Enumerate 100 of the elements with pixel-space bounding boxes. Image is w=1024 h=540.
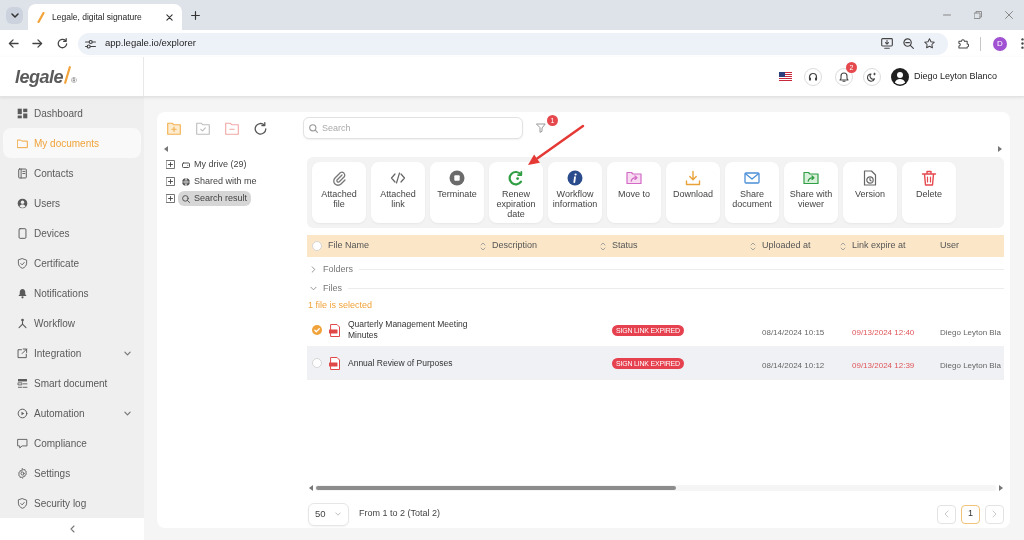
file-name[interactable]: Quarterly Management Meeting Minutes bbox=[348, 319, 478, 341]
toolbar-button[interactable]: Move to bbox=[607, 162, 661, 223]
folder-check-icon[interactable] bbox=[196, 121, 210, 135]
forward-icon[interactable] bbox=[32, 38, 43, 49]
checkbox-icon[interactable] bbox=[312, 241, 322, 251]
refresh-icon[interactable] bbox=[254, 121, 267, 135]
checkbox-icon[interactable] bbox=[312, 358, 322, 368]
search-icon bbox=[309, 123, 318, 133]
branch-icon bbox=[17, 317, 28, 329]
tree-item[interactable]: My drive (29) bbox=[178, 157, 251, 172]
puzzle-icon[interactable] bbox=[958, 38, 969, 49]
notifications-button[interactable] bbox=[834, 67, 853, 86]
avatar-icon[interactable] bbox=[890, 67, 909, 86]
close-icon[interactable] bbox=[166, 13, 173, 21]
page-size-select[interactable]: 50 bbox=[308, 502, 349, 526]
folder-arrow-icon bbox=[803, 170, 819, 186]
page-button[interactable]: 1 bbox=[961, 504, 980, 524]
code-icon bbox=[390, 170, 406, 186]
toolbar-button[interactable]: Attached link bbox=[371, 162, 425, 223]
tree-item[interactable]: Search result bbox=[178, 191, 252, 206]
document-icon bbox=[329, 356, 340, 370]
plus-square-icon[interactable] bbox=[166, 160, 175, 169]
toolbar-button[interactable]: Terminate bbox=[430, 162, 484, 223]
chevron-down-icon[interactable] bbox=[124, 410, 131, 416]
sidebar-item[interactable]: Contacts bbox=[3, 158, 141, 188]
filter-icon[interactable] bbox=[536, 123, 546, 133]
user-text: Diego Leyton Bla bbox=[940, 361, 1001, 370]
user-name[interactable]: Diego Leyton Blanco bbox=[913, 69, 997, 84]
checked-checkbox-icon[interactable] bbox=[312, 325, 322, 335]
play-circle-icon bbox=[17, 407, 28, 419]
toolbar-button[interactable]: Workflow information bbox=[548, 162, 602, 223]
tab-list-button[interactable] bbox=[6, 6, 23, 24]
profile-avatar[interactable]: D bbox=[993, 36, 1007, 51]
info-icon bbox=[567, 170, 583, 186]
plus-icon[interactable] bbox=[191, 10, 200, 20]
tablet-icon bbox=[17, 227, 28, 239]
zoom-out-icon[interactable] bbox=[903, 38, 914, 49]
restore-icon[interactable] bbox=[974, 11, 982, 19]
search-field[interactable]: Search bbox=[303, 117, 523, 139]
toolbar-button[interactable]: Version bbox=[843, 162, 897, 223]
star-icon[interactable] bbox=[924, 38, 935, 49]
sidebar-item[interactable]: Dashboard bbox=[3, 98, 141, 128]
monitor-download-icon[interactable] bbox=[881, 38, 893, 49]
sidebar-item[interactable]: Settings bbox=[3, 458, 141, 488]
flag-icon[interactable] bbox=[778, 72, 792, 81]
sidebar-item[interactable]: Workflow bbox=[3, 308, 141, 338]
group-label[interactable]: Files bbox=[323, 281, 342, 296]
toolbar-button[interactable]: Attached file bbox=[312, 162, 366, 223]
dashboard-grid-icon bbox=[17, 107, 28, 119]
back-icon[interactable] bbox=[8, 38, 19, 49]
scroll-right-icon[interactable] bbox=[998, 146, 1002, 152]
folder-arrow-icon bbox=[626, 170, 642, 186]
sidebar-item[interactable]: Automation bbox=[3, 398, 141, 428]
chevron-down-icon[interactable] bbox=[124, 350, 131, 356]
group-label[interactable]: Folders bbox=[323, 262, 353, 277]
circular-arrow-icon bbox=[508, 170, 524, 186]
paperclip-icon bbox=[331, 170, 347, 186]
scroll-left-icon[interactable] bbox=[309, 485, 313, 491]
scrollbar-thumb[interactable] bbox=[316, 486, 676, 490]
column-header[interactable]: Link expire at bbox=[840, 239, 906, 253]
tune-icon[interactable] bbox=[85, 38, 96, 49]
column-header[interactable]: User bbox=[940, 239, 959, 253]
slash-icon bbox=[64, 65, 72, 84]
toolbar-button[interactable]: Delete bbox=[902, 162, 956, 223]
column-header[interactable]: Status bbox=[600, 239, 638, 253]
shield-check-icon bbox=[17, 257, 28, 269]
more-icon[interactable] bbox=[1021, 38, 1024, 49]
sidebar-item[interactable]: Compliance bbox=[3, 428, 141, 458]
sidebar-item[interactable]: Integration bbox=[3, 338, 141, 368]
address-field[interactable]: app.legale.io/explorer bbox=[78, 32, 948, 55]
tree-item[interactable]: Shared with me bbox=[178, 174, 261, 189]
sidebar-item[interactable]: Certificate bbox=[3, 248, 141, 278]
toolbar-button[interactable]: Share document bbox=[725, 162, 779, 223]
slash-icon bbox=[37, 11, 45, 23]
chevron-down-icon bbox=[335, 512, 341, 516]
scroll-left-icon[interactable] bbox=[164, 146, 168, 152]
sidebar-item[interactable]: Smart document bbox=[3, 368, 141, 398]
sidebar-item[interactable]: Security log bbox=[3, 488, 141, 518]
sidebar-item[interactable]: Notifications bbox=[3, 278, 141, 308]
reload-icon[interactable] bbox=[57, 38, 68, 49]
sidebar-item[interactable]: Devices bbox=[3, 218, 141, 248]
form-icon bbox=[17, 377, 28, 389]
selection-note: 1 file is selected bbox=[308, 299, 373, 313]
plus-square-icon[interactable] bbox=[166, 177, 175, 186]
scrollbar-track[interactable] bbox=[315, 485, 996, 491]
toolbar-button[interactable]: Renew expiration date bbox=[489, 162, 543, 223]
theme-button[interactable] bbox=[862, 67, 881, 86]
column-header[interactable]: Uploaded at bbox=[750, 239, 811, 253]
toolbar-button[interactable]: Share with viewer bbox=[784, 162, 838, 223]
file-name[interactable]: Annual Review of Purposes bbox=[348, 357, 459, 369]
column-header[interactable]: File Name bbox=[328, 239, 369, 253]
plus-square-icon[interactable] bbox=[166, 194, 175, 203]
support-button[interactable] bbox=[803, 67, 822, 86]
scroll-right-icon[interactable] bbox=[999, 485, 1003, 491]
column-header[interactable]: Description bbox=[480, 239, 538, 253]
user-text: Diego Leyton Bla bbox=[940, 328, 1001, 337]
sidebar-item[interactable]: Users bbox=[3, 188, 141, 218]
trash-icon bbox=[921, 170, 937, 186]
toolbar-button[interactable]: Download bbox=[666, 162, 720, 223]
browser-tab[interactable]: Legale, digital signature bbox=[28, 4, 182, 30]
